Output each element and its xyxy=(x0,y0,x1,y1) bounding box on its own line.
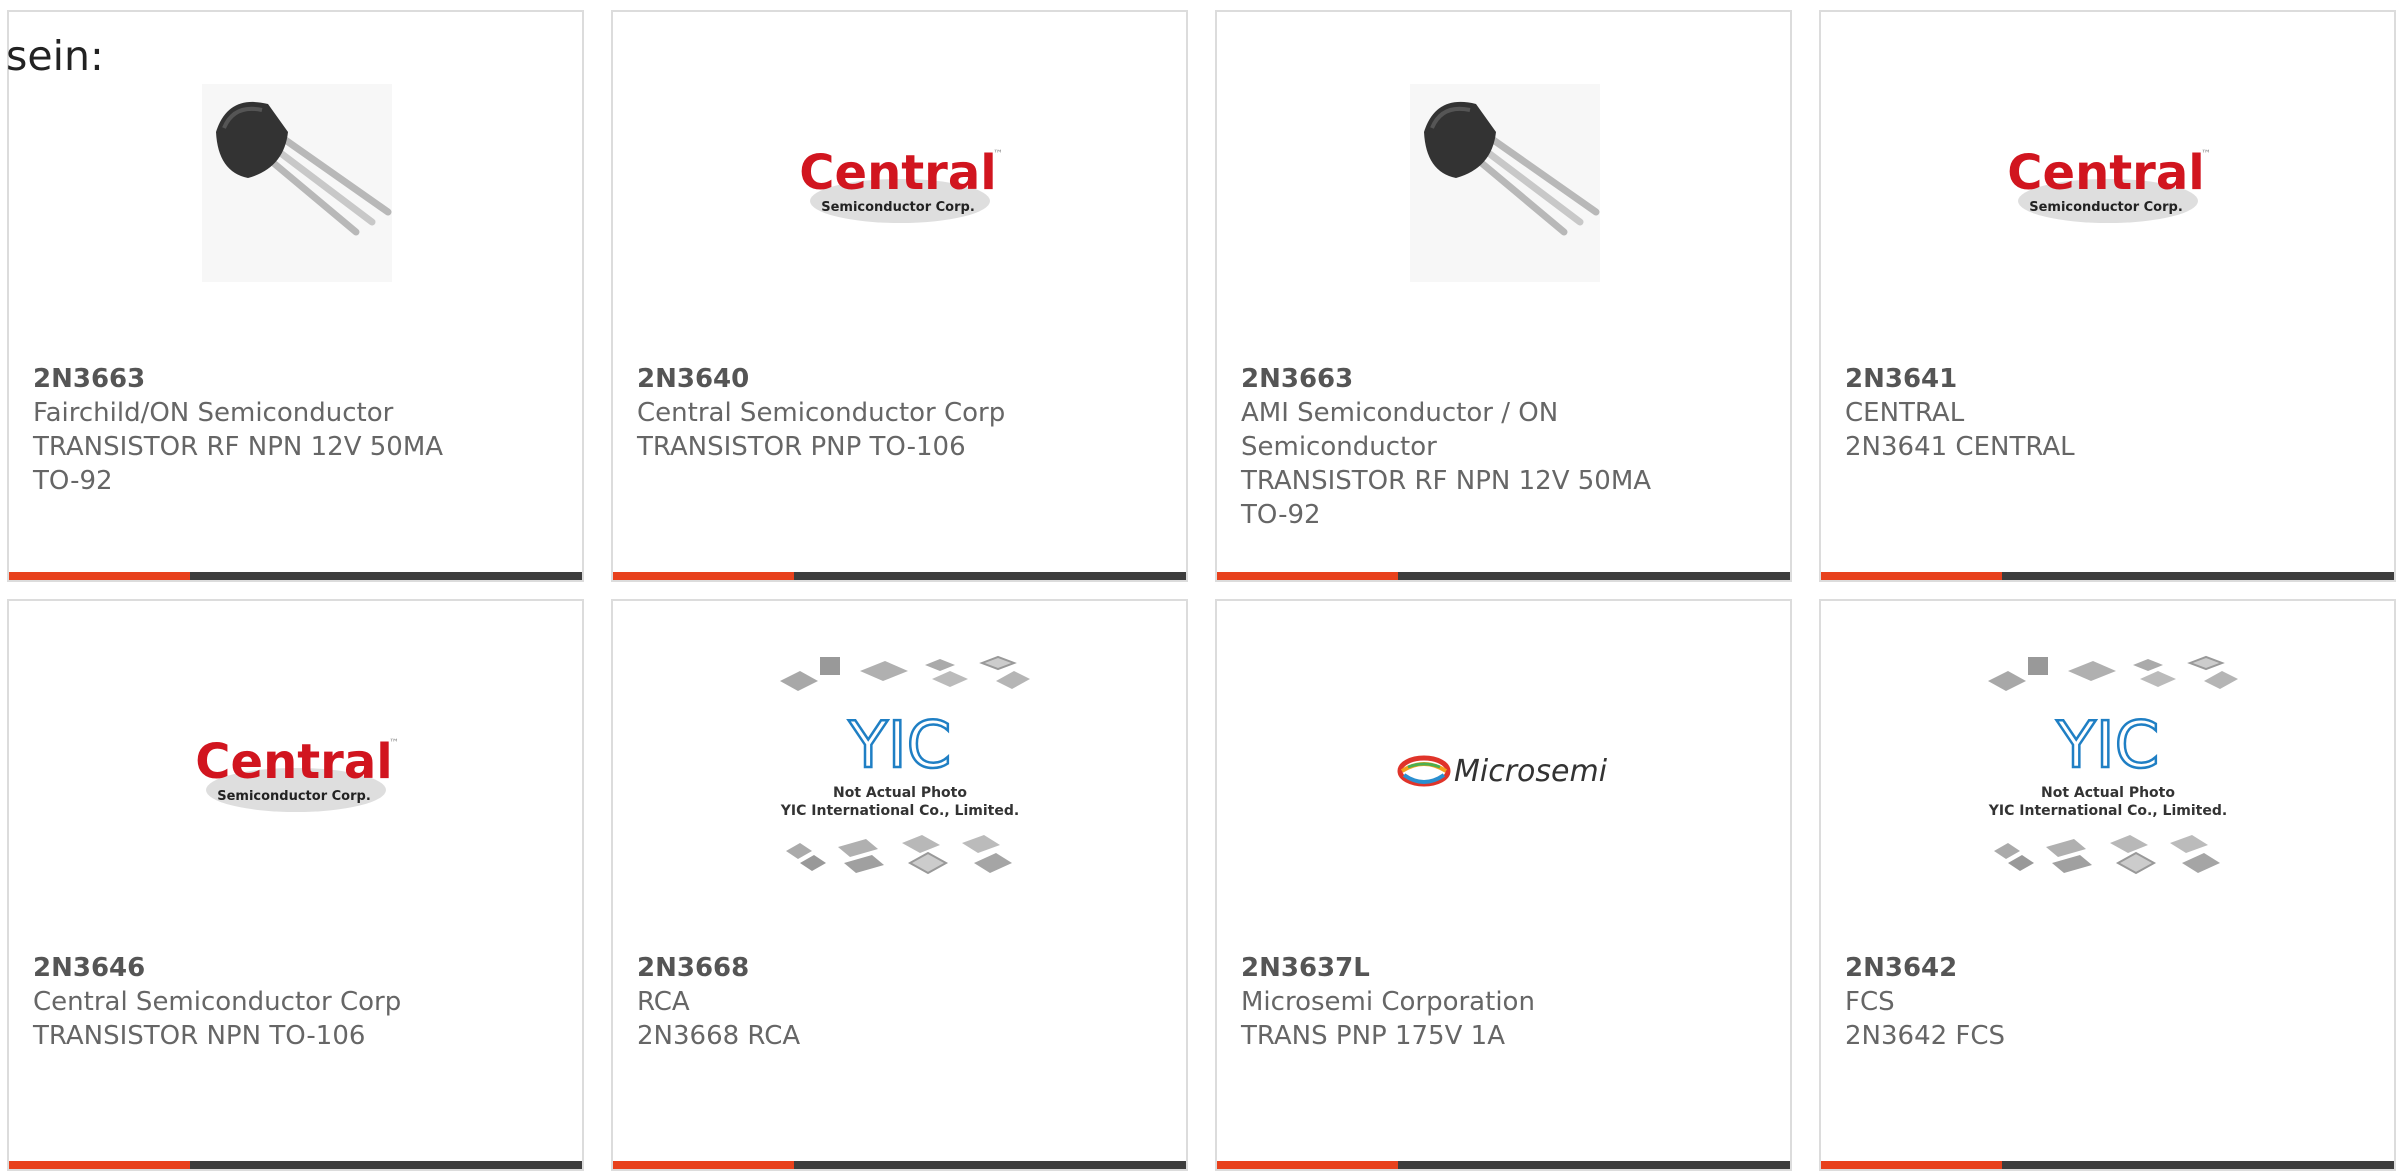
central-semiconductor-logo-icon: Central ™ Semiconductor Corp. xyxy=(2007,145,2211,223)
microsemi-logo-icon: Microsemi xyxy=(1397,754,1608,789)
svg-text:Microsemi: Microsemi xyxy=(1454,754,1608,789)
svg-text:™: ™ xyxy=(389,738,399,749)
svg-text:Not Actual Photo: Not Actual Photo xyxy=(2041,785,2175,801)
svg-text:Semiconductor Corp.: Semiconductor Corp. xyxy=(821,200,975,215)
svg-text:™: ™ xyxy=(2201,149,2211,160)
svg-text:Semiconductor Corp.: Semiconductor Corp. xyxy=(2029,200,2183,215)
card-bar-accent xyxy=(9,1161,190,1169)
manufacturer: Microsemi Corporation xyxy=(1241,987,1535,1017)
description: TRANSISTOR RF NPN 12V 50MA xyxy=(33,432,444,462)
card-bar-accent xyxy=(1821,1161,2002,1169)
card-bar xyxy=(1217,572,1790,580)
product-card[interactable]: YIC Not Actual Photo YIC International C… xyxy=(1819,599,2396,1171)
part-number: 2N3663 xyxy=(33,364,146,394)
card-bar xyxy=(9,1161,582,1169)
svg-text:™: ™ xyxy=(993,149,1003,160)
manufacturer: Fairchild/ON Semiconductor xyxy=(33,398,394,428)
svg-text:YIC International Co., Limited: YIC International Co., Limited. xyxy=(1987,803,2226,819)
card-bar-accent xyxy=(613,572,794,580)
product-image: Central ™ Semiconductor Corp. xyxy=(1821,72,2394,292)
description: TRANSISTOR PNP TO-106 xyxy=(637,432,966,462)
part-number: 2N3663 xyxy=(1241,364,1354,394)
card-bar xyxy=(1821,572,2394,580)
package: TO-92 xyxy=(1241,500,1321,530)
description: TRANSISTOR RF NPN 12V 50MA xyxy=(1241,466,1652,496)
manufacturer: AMI Semiconductor / ON Semiconductor xyxy=(1241,398,1559,462)
product-card[interactable]: Central ™ Semiconductor Corp. 2N3646 Cen… xyxy=(7,599,584,1171)
card-bar xyxy=(613,572,1186,580)
part-number: 2N3642 xyxy=(1845,953,1958,983)
part-number: 2N3640 xyxy=(637,364,750,394)
description: TRANSISTOR NPN TO-106 xyxy=(33,1021,366,1051)
svg-text:Central: Central xyxy=(195,734,392,790)
product-card[interactable]: YIC Not Actual Photo YIC International C… xyxy=(611,599,1188,1171)
manufacturer: Central Semiconductor Corp xyxy=(33,987,402,1017)
product-image: YIC Not Actual Photo YIC International C… xyxy=(1821,655,2394,881)
card-bar-accent xyxy=(613,1161,794,1169)
central-semiconductor-logo-icon: Central ™ Semiconductor Corp. xyxy=(799,145,1003,223)
card-bar xyxy=(613,1161,1186,1169)
part-number: 2N3668 xyxy=(637,953,750,983)
product-image xyxy=(1217,72,1790,292)
part-number: 2N3641 xyxy=(1845,364,1958,394)
manufacturer: CENTRAL xyxy=(1845,398,1965,428)
manufacturer: FCS xyxy=(1845,987,1895,1017)
description: 2N3641 CENTRAL xyxy=(1845,432,2075,462)
svg-text:Central: Central xyxy=(799,145,996,201)
manufacturer: Central Semiconductor Corp xyxy=(637,398,1006,428)
card-bar-accent xyxy=(1821,572,2002,580)
product-image: Central ™ Semiconductor Corp. xyxy=(613,72,1186,292)
description: 2N3668 RCA xyxy=(637,1021,801,1051)
card-bar xyxy=(1217,1161,1790,1169)
svg-text:Not Actual Photo: Not Actual Photo xyxy=(833,785,967,801)
description: TRANS PNP 175V 1A xyxy=(1241,1021,1505,1051)
product-card[interactable]: Central ™ Semiconductor Corp. 2N3640 Cen… xyxy=(611,10,1188,582)
card-bar xyxy=(1821,1161,2394,1169)
package: TO-92 xyxy=(33,466,113,496)
card-bar xyxy=(9,572,582,580)
product-image xyxy=(9,72,582,292)
transistor-photo-icon xyxy=(201,84,392,282)
svg-text:YIC: YIC xyxy=(2055,709,2159,783)
card-bar-accent xyxy=(9,572,190,580)
central-semiconductor-logo-icon: Central ™ Semiconductor Corp. xyxy=(195,734,399,812)
description: 2N3642 FCS xyxy=(1845,1021,2006,1051)
svg-text:Central: Central xyxy=(2007,145,2204,201)
card-bar-accent xyxy=(1217,572,1398,580)
section-heading: sein: xyxy=(6,32,104,80)
svg-text:YIC International Co., Limited: YIC International Co., Limited. xyxy=(779,803,1018,819)
part-number: 2N3637L xyxy=(1241,953,1370,983)
product-card[interactable]: 2N3663 Fairchild/ON Semiconductor TRANSI… xyxy=(7,10,584,582)
manufacturer: RCA xyxy=(637,987,690,1017)
svg-text:Semiconductor Corp.: Semiconductor Corp. xyxy=(217,789,371,804)
transistor-photo-icon xyxy=(1409,84,1600,282)
product-image: YIC Not Actual Photo YIC International C… xyxy=(613,655,1186,881)
product-image: Central ™ Semiconductor Corp. xyxy=(9,661,582,881)
product-card[interactable]: Central ™ Semiconductor Corp. 2N3641 CEN… xyxy=(1819,10,2396,582)
card-bar-accent xyxy=(1217,1161,1398,1169)
product-image: Microsemi xyxy=(1217,661,1790,881)
part-number: 2N3646 xyxy=(33,953,146,983)
product-card[interactable]: 2N3663 AMI Semiconductor / ON Semiconduc… xyxy=(1215,10,1792,582)
svg-text:YIC: YIC xyxy=(847,709,951,783)
product-card[interactable]: Microsemi 2N3637L Microsemi Corporation … xyxy=(1215,599,1792,1171)
yic-placeholder-icon: YIC Not Actual Photo YIC International C… xyxy=(779,655,1030,875)
yic-placeholder-icon: YIC Not Actual Photo YIC International C… xyxy=(1987,655,2238,875)
